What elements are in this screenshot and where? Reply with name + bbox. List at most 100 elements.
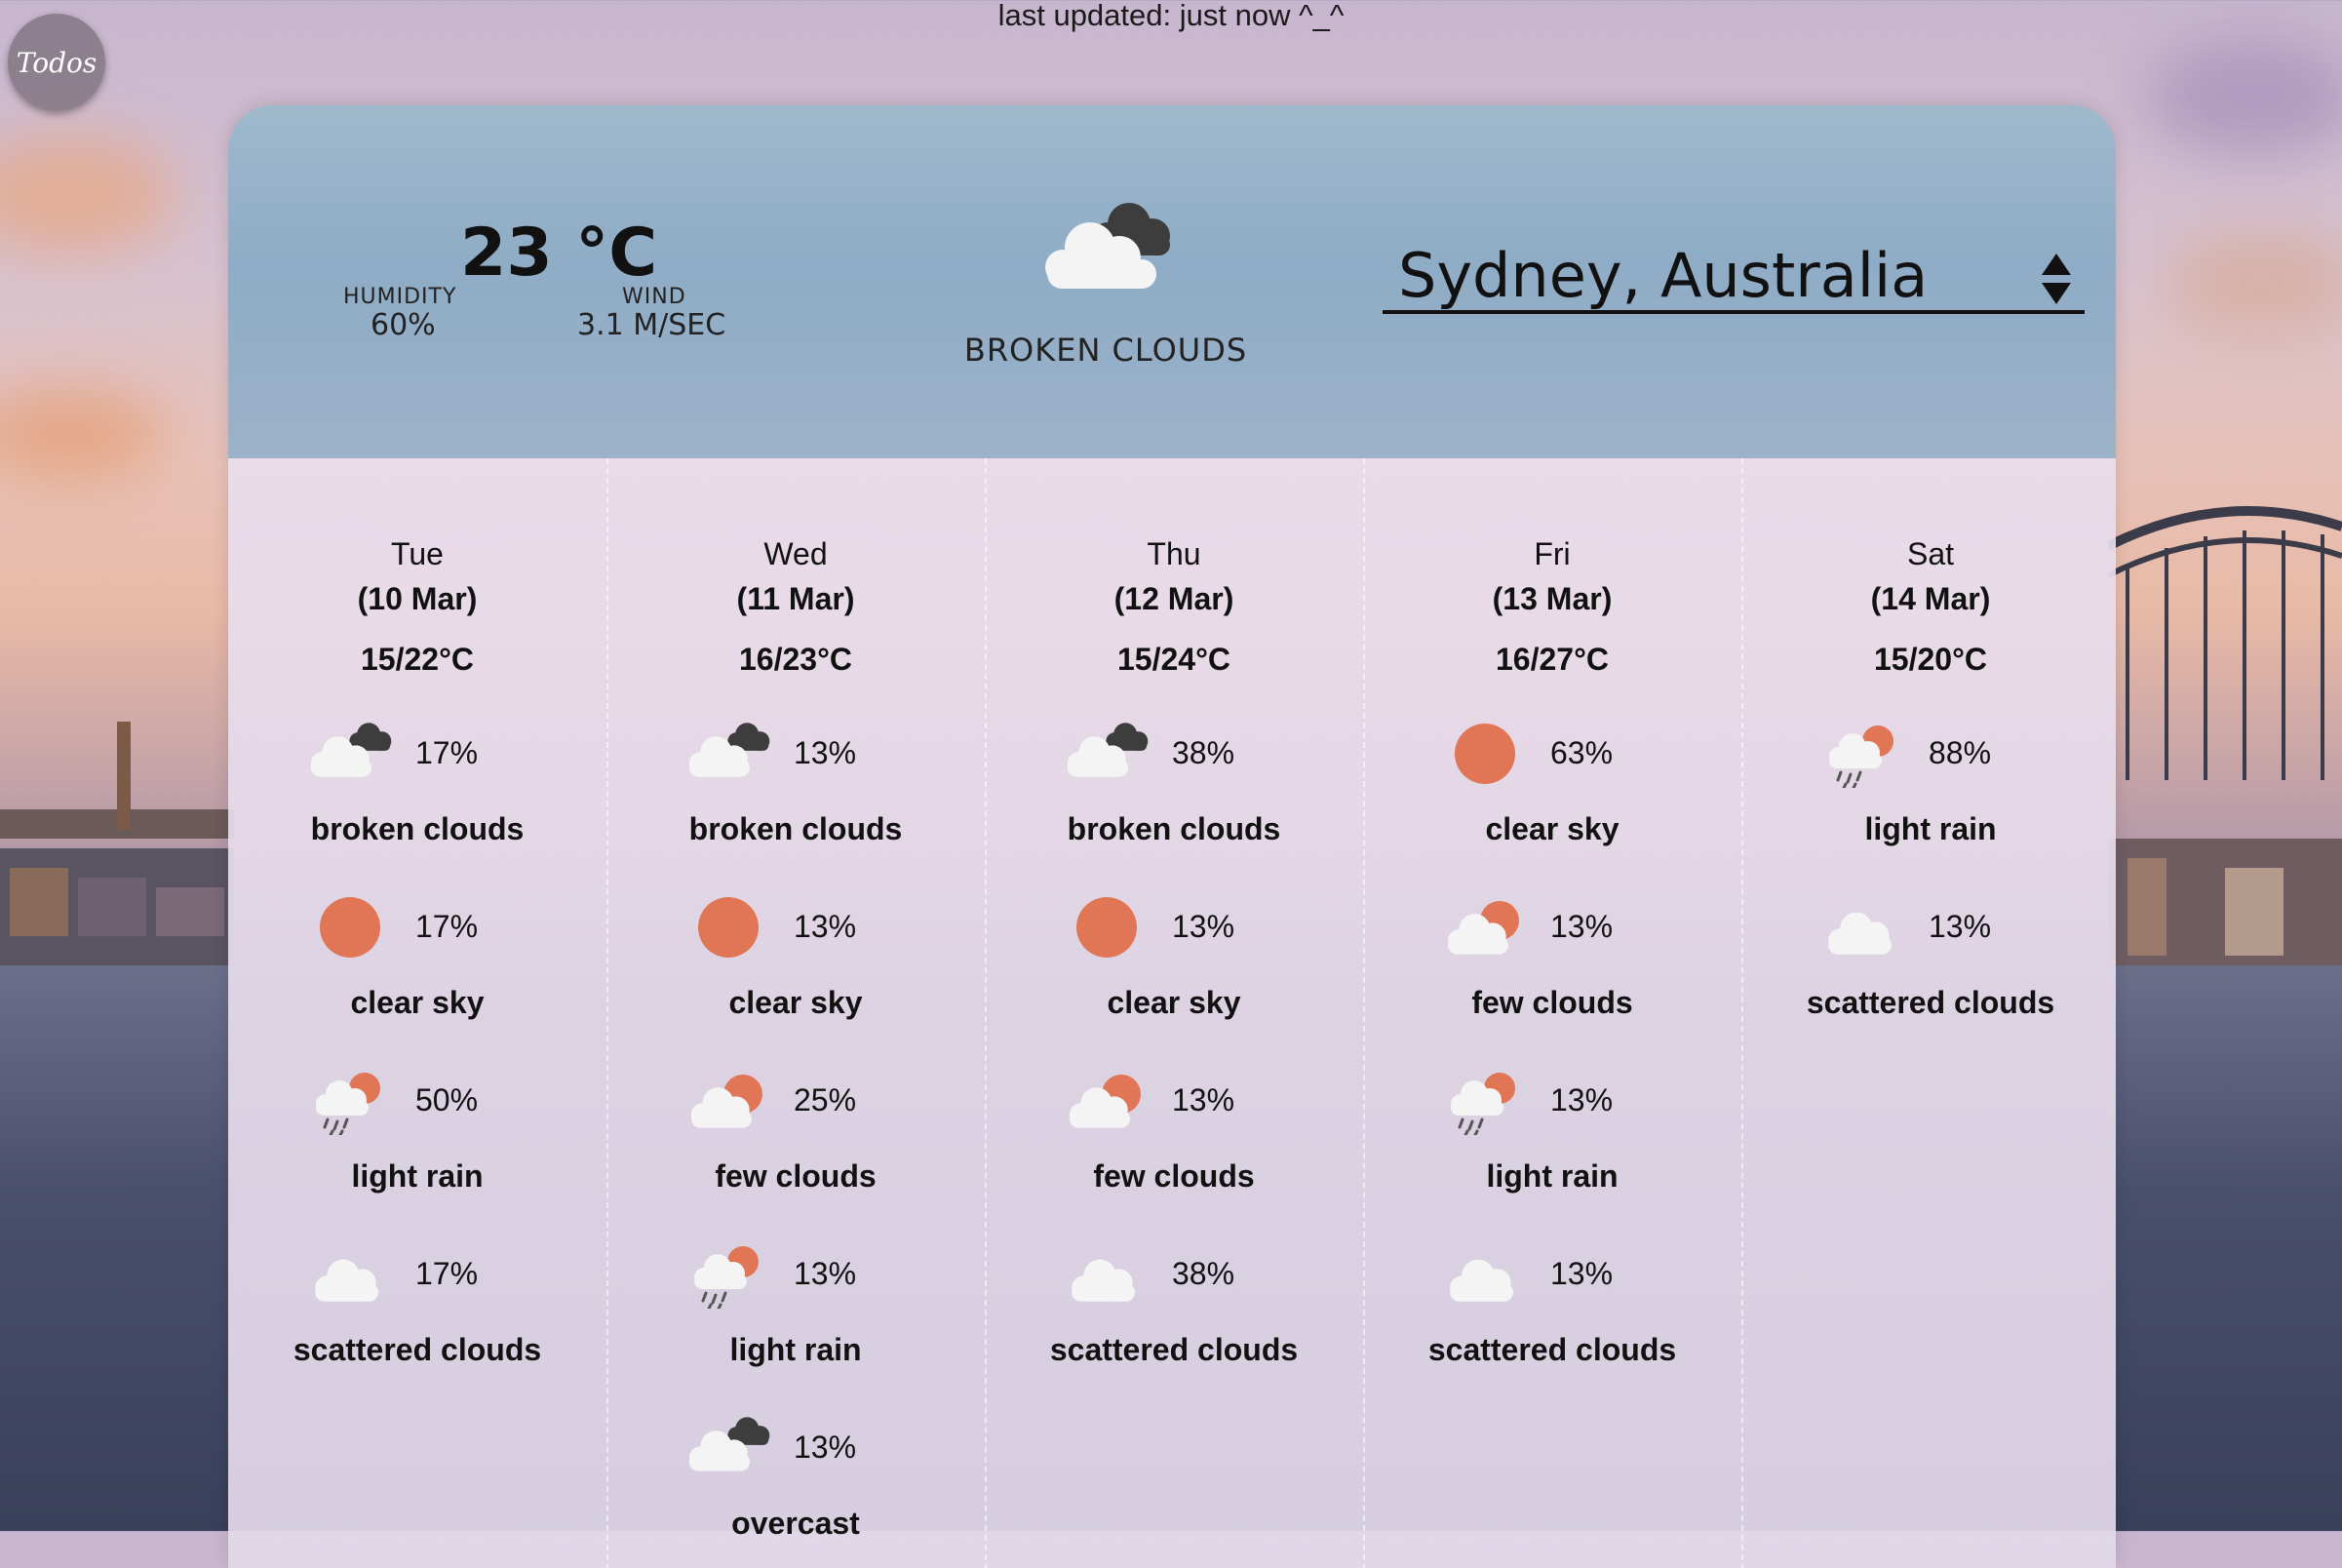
entry-description: scattered clouds (1427, 1332, 1677, 1367)
forecast-entry: 13% few clouds (985, 1067, 1363, 1238)
location-value: Sydney, Australia (1398, 240, 1929, 311)
few-clouds-icon (1447, 901, 1519, 955)
entry-percent: 88% (1929, 735, 1992, 770)
entry-percent: 13% (1172, 1082, 1235, 1117)
forecast-day-tue: Tue (10 Mar) 15/22°C 17% broken clouds 17% cl… (228, 458, 606, 1568)
broken-clouds-icon (1067, 723, 1149, 777)
entry-percent: 13% (1550, 1256, 1614, 1291)
entry-description: broken clouds (688, 811, 903, 846)
forecast-entry: 13% broken clouds (606, 720, 985, 891)
few-clouds-icon (1069, 1075, 1141, 1128)
forecast-entry: 25% few clouds (606, 1067, 985, 1238)
entry-description: scattered clouds (1806, 985, 2055, 1020)
forecast-entry: 63% clear sky (1363, 720, 1741, 891)
day-name: Thu (1147, 536, 1201, 571)
entry-description: clear sky (1107, 985, 1241, 1020)
entry-percent: 13% (794, 909, 857, 944)
day-temp-range: 15/22°C (361, 642, 474, 677)
entry-description: clear sky (350, 985, 485, 1020)
forecast-entry: 13% overcast (606, 1414, 985, 1568)
entry-description: light rain (1486, 1158, 1619, 1194)
forecast-entry: 17% broken clouds (228, 720, 606, 891)
forecast-entry: 13% light rain (1363, 1067, 1741, 1238)
clear-sky-icon (1076, 897, 1137, 958)
entry-percent: 17% (415, 1256, 479, 1291)
day-name: Tue (391, 536, 444, 571)
entry-percent: 17% (415, 735, 479, 770)
scattered-clouds-icon (1072, 1259, 1135, 1302)
current-temperature: 23 °C (460, 215, 658, 292)
weather-card: 23 °C HUMIDITY 60% WIND 3.1 M/SEC BROKEN… (228, 105, 2116, 1568)
location-select[interactable]: Sydney, Australia (1383, 232, 2085, 314)
entry-percent: 13% (794, 1256, 857, 1291)
entry-description: few clouds (715, 1158, 877, 1194)
forecast-entry: 13% clear sky (606, 893, 985, 1065)
light-rain-icon (1451, 1073, 1515, 1135)
water-left (0, 965, 234, 1531)
forecast-day-sat: Sat (14 Mar) 15/20°C 88% light rain 13% scat… (1741, 458, 2116, 1568)
forecast-entry: 38% broken clouds (985, 720, 1363, 891)
forecast-entry: 13% clear sky (985, 893, 1363, 1065)
wind-label: WIND (622, 285, 686, 309)
forecast-entry: 17% scattered clouds (228, 1240, 606, 1412)
entry-description: broken clouds (1067, 811, 1281, 846)
scattered-clouds-icon (1450, 1259, 1513, 1302)
entry-percent: 63% (1550, 735, 1614, 770)
entry-description: light rain (729, 1332, 862, 1367)
entry-percent: 17% (415, 909, 479, 944)
entry-percent: 50% (415, 1082, 479, 1117)
current-description: BROKEN CLOUDS (963, 332, 1248, 369)
few-clouds-icon (690, 1075, 762, 1128)
wind-value: 3.1 M/SEC (577, 308, 726, 342)
forecast-entry: 13% scattered clouds (1741, 893, 2116, 1065)
column-divider (985, 458, 987, 1568)
entry-percent: 25% (794, 1082, 857, 1117)
entry-percent: 38% (1172, 735, 1235, 770)
last-updated-text: last updated: just now ^_^ (997, 0, 1345, 32)
scattered-clouds-icon (1828, 912, 1892, 955)
column-divider (606, 458, 608, 1568)
entry-percent: 13% (1929, 909, 1992, 944)
day-name: Wed (763, 536, 828, 571)
day-temp-range: 16/23°C (739, 642, 852, 677)
broken-clouds-icon (688, 723, 770, 777)
light-rain-icon (316, 1073, 380, 1135)
entry-percent: 13% (1172, 909, 1235, 944)
entry-description: scattered clouds (1049, 1332, 1299, 1367)
forecast-entry: 13% scattered clouds (1363, 1240, 1741, 1412)
entry-description: clear sky (728, 985, 863, 1020)
forecast-entry: 38% scattered clouds (985, 1240, 1363, 1412)
entry-description: few clouds (1471, 985, 1633, 1020)
day-date: (14 Mar) (1870, 581, 1991, 616)
light-rain-icon (694, 1246, 759, 1309)
day-name: Sat (1906, 536, 1955, 571)
day-date: (10 Mar) (357, 581, 478, 616)
entry-percent: 13% (1550, 1082, 1614, 1117)
forecast-entry: 13% light rain (606, 1240, 985, 1412)
forecast-entry: 50% light rain (228, 1067, 606, 1238)
entry-percent: 13% (794, 1430, 857, 1465)
select-arrows-icon (2042, 254, 2071, 304)
entry-description: light rain (351, 1158, 484, 1194)
forecast-day-thu: Thu (12 Mar) 15/24°C 38% broken clouds 13% cl… (985, 458, 1363, 1568)
scattered-clouds-icon (315, 1259, 378, 1302)
forecast-day-fri: Fri (13 Mar) 16/27°C 63% clear sky 13% few cl… (1363, 458, 1741, 1568)
entry-description: few clouds (1093, 1158, 1255, 1194)
clear-sky-icon (698, 897, 759, 958)
day-date: (11 Mar) (736, 581, 855, 616)
light-rain-icon (1829, 725, 1893, 788)
entry-description: clear sky (1485, 811, 1620, 846)
forecast-grid: Tue (10 Mar) 15/22°C 17% broken clouds 17% cl… (228, 458, 2116, 1568)
column-divider (1363, 458, 1365, 1568)
broken-clouds-icon (310, 723, 392, 777)
broken-clouds-icon (1045, 203, 1170, 289)
forecast-day-wed: Wed (11 Mar) 16/23°C 13% broken clouds 13% cl… (606, 458, 985, 1568)
entry-percent: 13% (794, 735, 857, 770)
water-right (2108, 965, 2342, 1531)
harbour-bridge (2108, 506, 2342, 995)
entry-description: overcast (731, 1506, 860, 1541)
column-divider (1741, 458, 1743, 1568)
clear-sky-icon (320, 897, 380, 958)
day-name: Fri (1534, 536, 1571, 571)
day-temp-range: 16/27°C (1496, 642, 1609, 677)
